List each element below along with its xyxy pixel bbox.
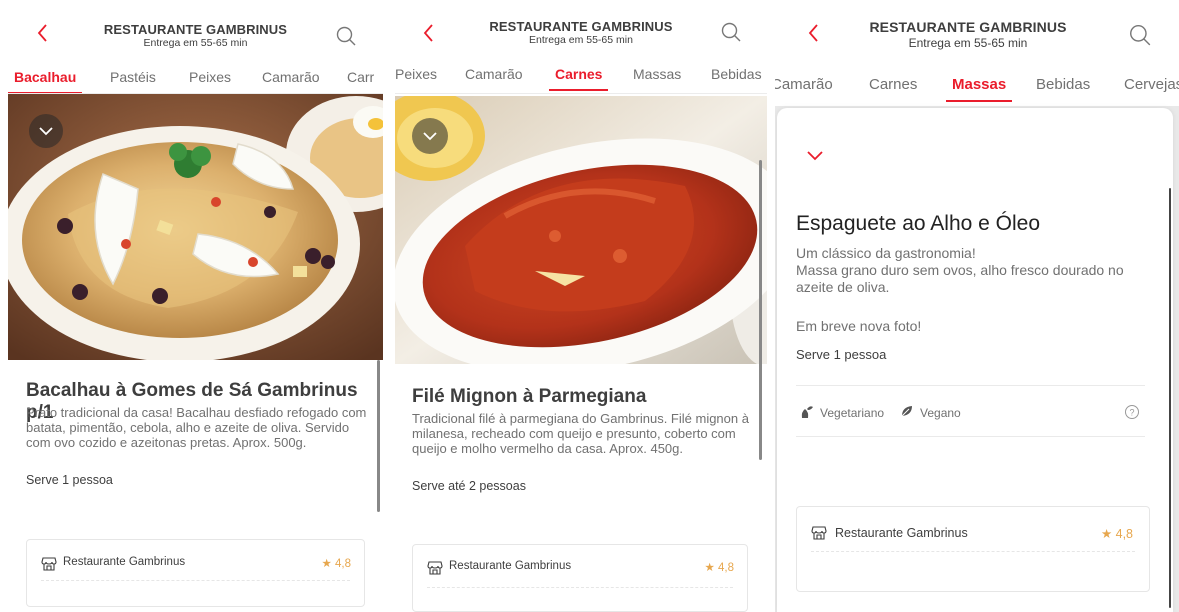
- store-rating: ★ 4,8: [321, 558, 352, 570]
- header: RESTAURANTE GAMBRINUS Entrega em 55-65 m…: [8, 0, 383, 58]
- screen-carnes: RESTAURANTE GAMBRINUS Entrega em 55-65 m…: [395, 0, 767, 612]
- scrollbar[interactable]: [377, 360, 380, 512]
- tab-peixes[interactable]: Peixes: [189, 64, 231, 92]
- tab-bebidas[interactable]: Bebidas: [711, 61, 762, 89]
- tabs-divider: [395, 93, 767, 94]
- store-name: Restaurante Gambrinus: [63, 556, 186, 568]
- tab-bebidas[interactable]: Bebidas: [1036, 72, 1090, 100]
- screen-bacalhau: RESTAURANTE GAMBRINUS Entrega em 55-65 m…: [8, 0, 383, 612]
- store-rating: ★ 4,8: [704, 562, 735, 574]
- restaurant-name: RESTAURANTE GAMBRINUS: [489, 19, 673, 34]
- tab-carnes[interactable]: Carnes: [869, 72, 917, 100]
- dashed-divider: [427, 587, 733, 588]
- dish-photo: [8, 94, 383, 360]
- help-icon[interactable]: ?: [1124, 404, 1140, 420]
- delivery-time: Entrega em 55-65 min: [529, 34, 633, 46]
- dashed-divider: [41, 580, 350, 581]
- divider: [796, 436, 1145, 437]
- tab-massas[interactable]: Massas: [633, 61, 681, 89]
- store-card[interactable]: Restaurante Gambrinus ★ 4,8: [412, 544, 748, 612]
- restaurant-name: RESTAURANTE GAMBRINUS: [869, 19, 1067, 35]
- tab-camarao[interactable]: Camarão: [465, 61, 523, 89]
- tab-peixes[interactable]: Peixes: [395, 61, 437, 89]
- serves-label: Serve até 2 pessoas: [412, 479, 526, 493]
- dish-photo: [395, 96, 767, 364]
- tab-carnes[interactable]: Carr: [347, 64, 374, 92]
- tab-camarao[interactable]: Camarão: [262, 64, 320, 92]
- dish-description: Massa grano duro sem ovos, alho fresco d…: [796, 262, 1124, 295]
- divider: [796, 385, 1145, 386]
- parmegiana-dish-illustration: [395, 96, 767, 364]
- vegan-leaf-icon: [901, 406, 912, 417]
- chevron-down-icon: [39, 127, 53, 136]
- search-icon[interactable]: [1128, 23, 1152, 47]
- photo-notice: Em breve nova foto!: [796, 318, 922, 334]
- tab-pasteis[interactable]: Pastéis: [110, 64, 156, 92]
- tab-camarao[interactable]: Camarão: [775, 72, 833, 100]
- tab-carnes[interactable]: Carnes: [548, 61, 610, 91]
- store-icon: [427, 561, 443, 575]
- store-icon: [811, 526, 827, 540]
- collapse-button[interactable]: [412, 118, 448, 154]
- dish-description-intro: Um clássico da gastronomia!: [796, 245, 976, 261]
- collapse-button[interactable]: [29, 114, 63, 148]
- dish-title: Espaguete ao Alho e Óleo: [796, 212, 1041, 235]
- dish-sheet: Espaguete ao Alho e Óleo Um clássico da …: [777, 108, 1173, 612]
- serves-label: Serve 1 pessoa: [796, 347, 887, 362]
- delivery-time: Entrega em 55-65 min: [908, 36, 1028, 50]
- dish-description: Tradicional filé à parmegiana do Gambrin…: [412, 411, 749, 456]
- scrollbar[interactable]: [1169, 188, 1171, 608]
- svg-text:?: ?: [1129, 408, 1134, 418]
- chevron-down-icon[interactable]: [804, 148, 826, 164]
- tag-vegetarian: Vegetariano: [820, 406, 885, 420]
- screen-massas: RESTAURANTE GAMBRINUS Entrega em 55-65 m…: [775, 0, 1179, 612]
- restaurant-name: RESTAURANTE GAMBRINUS: [103, 22, 288, 37]
- store-rating: ★ 4,8: [1100, 527, 1133, 541]
- search-icon[interactable]: [720, 21, 742, 43]
- bacalhau-dish-illustration: [8, 94, 383, 360]
- search-icon[interactable]: [335, 25, 357, 47]
- store-card[interactable]: Restaurante Gambrinus ★ 4,8: [26, 539, 365, 607]
- dashed-divider: [811, 551, 1135, 552]
- tab-massas[interactable]: Massas: [945, 72, 1013, 102]
- vegetarian-icon: [801, 406, 813, 418]
- tag-vegan: Vegano: [920, 406, 961, 420]
- store-name: Restaurante Gambrinus: [835, 526, 968, 540]
- tab-bacalhau[interactable]: Bacalhau: [8, 64, 83, 94]
- dish-title: Filé Mignon à Parmegiana: [412, 386, 647, 407]
- tab-cervejas[interactable]: Cervejas: [1124, 72, 1179, 100]
- store-name: Restaurante Gambrinus: [449, 560, 572, 572]
- store-icon: [41, 557, 57, 571]
- header: RESTAURANTE GAMBRINUS Entrega em 55-65 m…: [775, 0, 1179, 58]
- store-card[interactable]: Restaurante Gambrinus ★ 4,8: [796, 506, 1150, 592]
- serves-label: Serve 1 pessoa: [26, 473, 113, 487]
- chevron-down-icon: [423, 132, 437, 141]
- delivery-time: Entrega em 55-65 min: [143, 37, 248, 49]
- scrollbar[interactable]: [759, 160, 762, 460]
- dish-description: Prato tradicional da casa! Bacalhau desf…: [26, 405, 367, 450]
- header: RESTAURANTE GAMBRINUS Entrega em 55-65 m…: [395, 0, 767, 58]
